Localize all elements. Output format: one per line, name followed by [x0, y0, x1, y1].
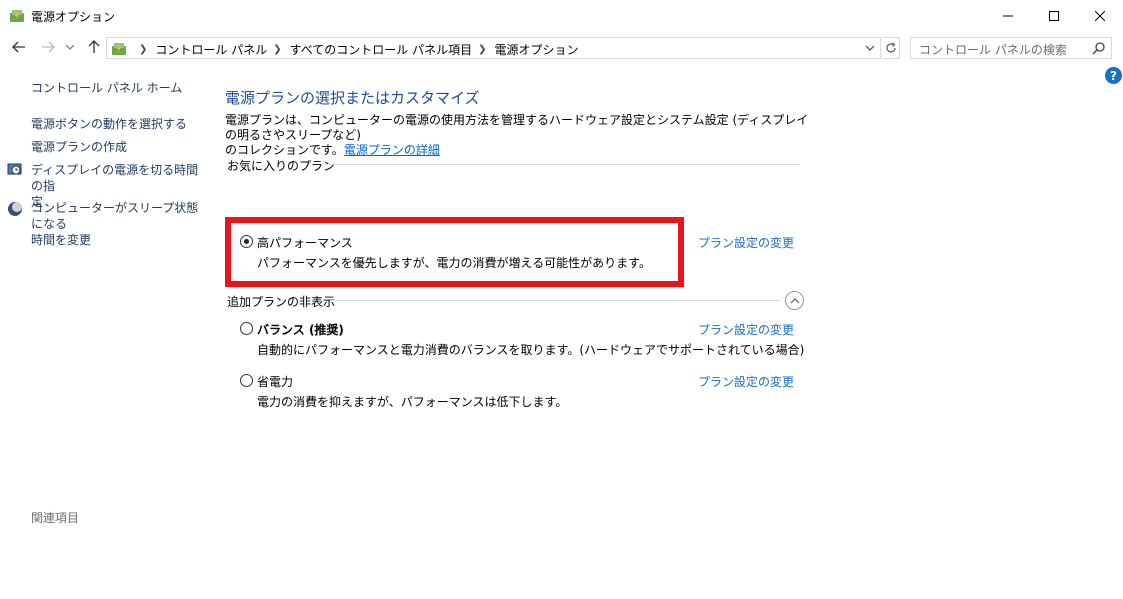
sleep-time-link[interactable]: コンピューターがスリープ状態になる 時間を変更: [31, 200, 200, 248]
page-description: 電源プランは、コンピューターの電源の使用方法を管理するハードウェア設定とシステム…: [225, 113, 815, 158]
chevron-right-icon[interactable]: ❯: [139, 44, 147, 55]
create-power-plan-link[interactable]: 電源プランの作成: [31, 139, 127, 155]
change-plan-settings-link[interactable]: プラン設定の変更: [698, 321, 794, 338]
choose-power-button-link[interactable]: 電源ボタンの動作を選択する: [31, 116, 187, 132]
plan-description: 電力の消費を抑えますが、パフォーマンスは低下します。: [257, 395, 568, 409]
breadcrumb-all-items[interactable]: すべてのコントロール パネル項目: [290, 41, 473, 58]
page-title: 電源プランの選択またはカスタマイズ: [225, 89, 480, 107]
plan-name: 省電力: [257, 375, 294, 389]
plan-description: パフォーマンスを優先しますが、電力の消費が増える可能性があります。: [257, 256, 651, 270]
title-bar: 電源オプション: [0, 0, 1123, 31]
forward-button[interactable]: [38, 37, 58, 57]
change-plan-settings-link[interactable]: プラン設定の変更: [698, 373, 794, 390]
radio-power-saver[interactable]: [240, 374, 253, 387]
search-icon[interactable]: [1092, 41, 1106, 55]
collapse-chevron-up-icon[interactable]: [785, 291, 804, 310]
recent-locations-button[interactable]: [63, 37, 77, 57]
display-off-line1: ディスプレイの電源を切る時間の指: [31, 163, 199, 193]
sleep-time-line1: コンピューターがスリープ状態になる: [31, 201, 199, 231]
power-options-icon: [110, 40, 128, 58]
change-plan-settings-link[interactable]: プラン設定の変更: [698, 234, 794, 251]
back-button[interactable]: [9, 37, 29, 57]
plan-name: 高パフォーマンス: [257, 236, 353, 250]
favorites-header: お気に入りのプラン: [227, 159, 336, 173]
chevron-right-icon[interactable]: ❯: [478, 44, 486, 55]
description-line1: 電源プランは、コンピューターの電源の使用方法を管理するハードウェア設定とシステム…: [225, 113, 809, 142]
breadcrumb-power-options[interactable]: 電源オプション: [495, 41, 579, 58]
left-pane: コントロール パネル ホーム 電源ボタンの動作を選択する 電源プランの作成 ディ…: [0, 63, 200, 599]
window-title: 電源オプション: [31, 10, 116, 24]
sleep-time-line2: 時間を変更: [31, 233, 92, 247]
related-items-heading: 関連項目: [31, 511, 80, 525]
divider: [330, 300, 781, 301]
sleep-moon-icon: [7, 201, 23, 217]
radio-balanced[interactable]: [240, 322, 253, 335]
plan-description: 自動的にパフォーマンスと電力消費のバランスを取ります。(ハードウェアでサポートさ…: [257, 343, 805, 357]
breadcrumb: ❯ コントロール パネル ❯ すべてのコントロール パネル項目 ❯ 電源オプショ…: [133, 41, 579, 58]
help-icon[interactable]: ?: [1105, 67, 1122, 84]
chevron-down-icon[interactable]: [864, 41, 878, 55]
breadcrumb-control-panel[interactable]: コントロール パネル: [155, 41, 267, 58]
display-timer-icon: [7, 162, 23, 178]
address-bar[interactable]: ❯ コントロール パネル ❯ すべてのコントロール パネル項目 ❯ 電源オプショ…: [106, 37, 881, 59]
chevron-right-icon[interactable]: ❯: [273, 44, 281, 55]
up-button[interactable]: [84, 37, 104, 57]
hidden-plans-header: 追加プランの非表示: [227, 295, 336, 309]
radio-high-performance[interactable]: [240, 235, 253, 248]
divider: [321, 164, 800, 165]
minimize-button[interactable]: [985, 0, 1031, 31]
close-button[interactable]: [1077, 0, 1123, 31]
power-plan-details-link[interactable]: 電源プランの詳細: [344, 143, 440, 157]
search-placeholder: コントロール パネルの検索: [919, 43, 1067, 57]
power-options-icon: [8, 7, 26, 25]
refresh-button[interactable]: [882, 37, 900, 59]
search-input[interactable]: コントロール パネルの検索: [910, 37, 1112, 59]
control-panel-home-link[interactable]: コントロール パネル ホーム: [31, 80, 182, 96]
description-line2: のコレクションです。: [225, 143, 344, 157]
highlight-box: [225, 217, 684, 287]
maximize-button[interactable]: [1031, 0, 1077, 31]
plan-name: バランス (推奨): [257, 323, 344, 337]
